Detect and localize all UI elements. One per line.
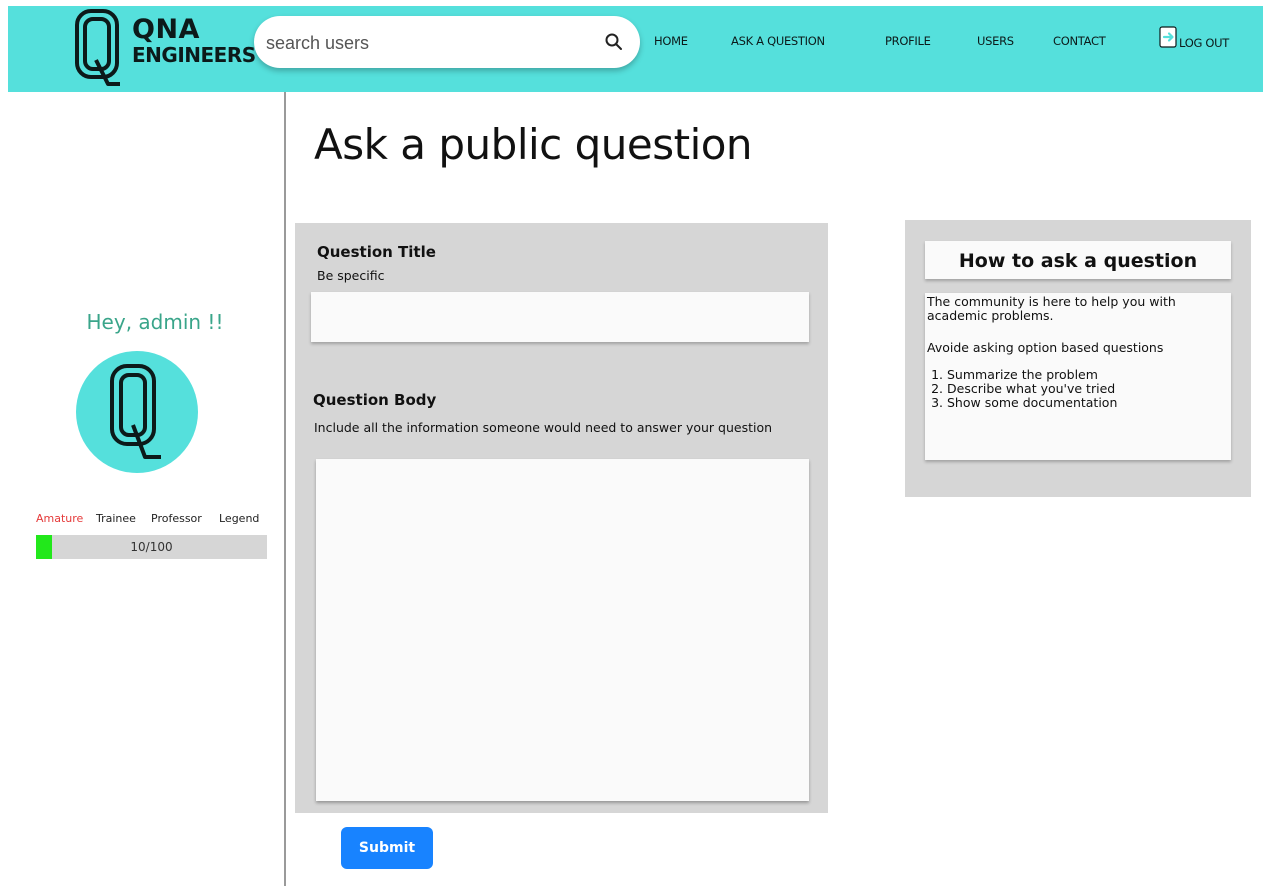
top-nav-bar: QNA ENGINEERS HOME ASK A QUESTION PROFIL… <box>8 6 1263 92</box>
greeting-text: Hey, admin !! <box>86 310 224 334</box>
logo-line-2: ENGINEERS <box>132 43 256 67</box>
submit-button[interactable]: Submit <box>341 827 433 869</box>
question-body-textarea[interactable] <box>316 459 809 801</box>
nav-profile[interactable]: PROFILE <box>885 34 931 48</box>
help-step: Show some documentation <box>947 395 1229 410</box>
logo-text: QNA ENGINEERS <box>132 16 256 65</box>
logo[interactable]: QNA ENGINEERS <box>74 8 256 88</box>
search-bar <box>254 16 640 68</box>
nav-home[interactable]: HOME <box>654 34 688 48</box>
nav-ask-a-question[interactable]: ASK A QUESTION <box>731 34 825 48</box>
nav-users[interactable]: USERS <box>977 34 1014 48</box>
question-title-input[interactable] <box>311 292 809 342</box>
question-body-label: Question Body <box>313 391 437 409</box>
nav-logout[interactable]: LOG OUT <box>1179 36 1229 50</box>
question-body-hint: Include all the information someone woul… <box>314 420 773 435</box>
search-input[interactable] <box>264 24 588 62</box>
page-title: Ask a public question <box>314 120 753 169</box>
help-title: How to ask a question <box>925 241 1231 279</box>
rank-progress-text: 10/100 <box>130 540 173 554</box>
rank-professor: Professor <box>151 512 202 525</box>
search-icon[interactable] <box>604 32 624 52</box>
help-paragraph-2: Avoide asking option based questions <box>927 339 1164 355</box>
logout-icon[interactable] <box>1159 26 1179 48</box>
logo-line-1: QNA <box>132 14 200 45</box>
help-step: Summarize the problem <box>947 368 1229 382</box>
nav-contact[interactable]: CONTACT <box>1053 34 1106 48</box>
help-content: The community is here to help you with a… <box>925 293 1231 460</box>
help-step: Describe what you've tried <box>947 382 1229 396</box>
rank-progress-bar: 10/100 <box>36 535 267 559</box>
question-title-hint: Be specific <box>317 268 385 283</box>
avatar[interactable] <box>76 351 198 473</box>
rank-amature: Amature <box>36 512 84 525</box>
question-title-label: Question Title <box>317 243 436 261</box>
help-paragraph-1: The community is here to help you with a… <box>927 294 1176 323</box>
sidebar-divider <box>284 92 286 886</box>
rank-legend: Legend <box>219 512 260 525</box>
avatar-q-icon <box>110 364 161 459</box>
logo-q-icon <box>75 9 120 86</box>
rank-trainee: Trainee <box>96 512 136 525</box>
help-steps-list: Summarize the problem Describe what you'… <box>927 368 1229 409</box>
